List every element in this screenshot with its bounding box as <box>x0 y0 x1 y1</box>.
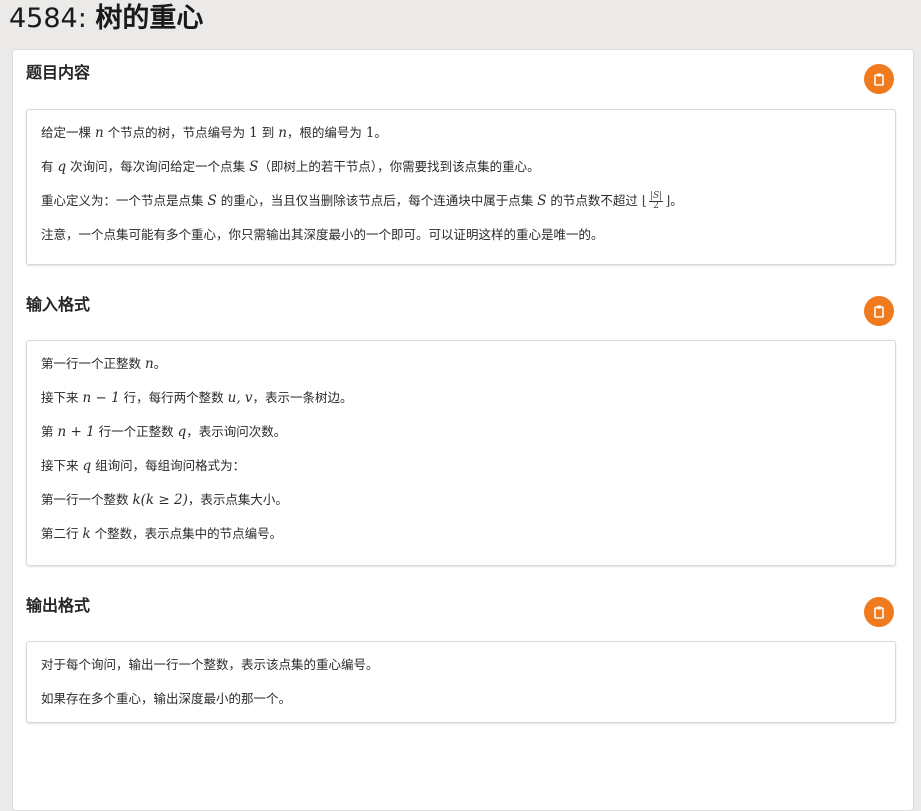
description-line-1: 给定一棵 n 个节点的树，节点编号为 1 到 n，根的编号为 1。 <box>41 125 387 141</box>
problem-id: 4584: <box>9 3 87 34</box>
output-line-2: 如果存在多个重心，输出深度最小的那一个。 <box>41 691 292 706</box>
copy-input-button[interactable] <box>864 296 894 326</box>
problem-name: 树的重心 <box>95 3 204 34</box>
page-title: 4584: 树的重心 <box>9 2 203 36</box>
section-title-output: 输出格式 <box>26 596 91 615</box>
input-line-4: 接下来 q 组询问，每组询问格式为： <box>41 458 246 474</box>
section-title-description: 题目内容 <box>26 63 91 82</box>
input-line-1: 第一行一个正整数 n。 <box>41 356 167 372</box>
clipboard-icon <box>874 606 884 619</box>
copy-description-button[interactable] <box>864 64 894 94</box>
clipboard-icon <box>874 73 884 86</box>
clipboard-icon <box>874 305 884 318</box>
description-line-3: 重心定义为：一个节点是点集 S 的重心，当且仅当删除该节点后，每个连通块中属于点… <box>41 191 683 211</box>
description-line-4: 注意，一个点集可能有多个重心，你只需输出其深度最小的一个即可。可以证明这样的重心… <box>41 227 604 242</box>
floor-fraction: ⌊ |S| 2 ⌋ <box>641 191 671 211</box>
copy-output-button[interactable] <box>864 597 894 627</box>
output-line-1: 对于每个询问，输出一行一个整数，表示该点集的重心编号。 <box>41 657 379 672</box>
input-line-6: 第二行 k 个整数，表示点集中的节点编号。 <box>41 526 283 542</box>
description-line-2: 有 q 次询问，每次询问给定一个点集 S（即树上的若干节点），你需要找到该点集的… <box>41 159 540 175</box>
description-content: 给定一棵 n 个节点的树，节点编号为 1 到 n，根的编号为 1。 有 q 次询… <box>26 109 896 265</box>
input-line-2: 接下来 n − 1 行，每行两个整数 u, v，表示一条树边。 <box>41 390 353 406</box>
output-content: 对于每个询问，输出一行一个整数，表示该点集的重心编号。 如果存在多个重心，输出深… <box>26 641 896 723</box>
section-title-input: 输入格式 <box>26 295 91 314</box>
input-line-3: 第 n + 1 行一个正整数 q，表示询问次数。 <box>41 424 287 440</box>
input-line-5: 第一行一个整数 k(k ≥ 2)，表示点集大小。 <box>41 492 288 508</box>
input-content: 第一行一个正整数 n。 接下来 n − 1 行，每行两个整数 u, v，表示一条… <box>26 340 896 566</box>
